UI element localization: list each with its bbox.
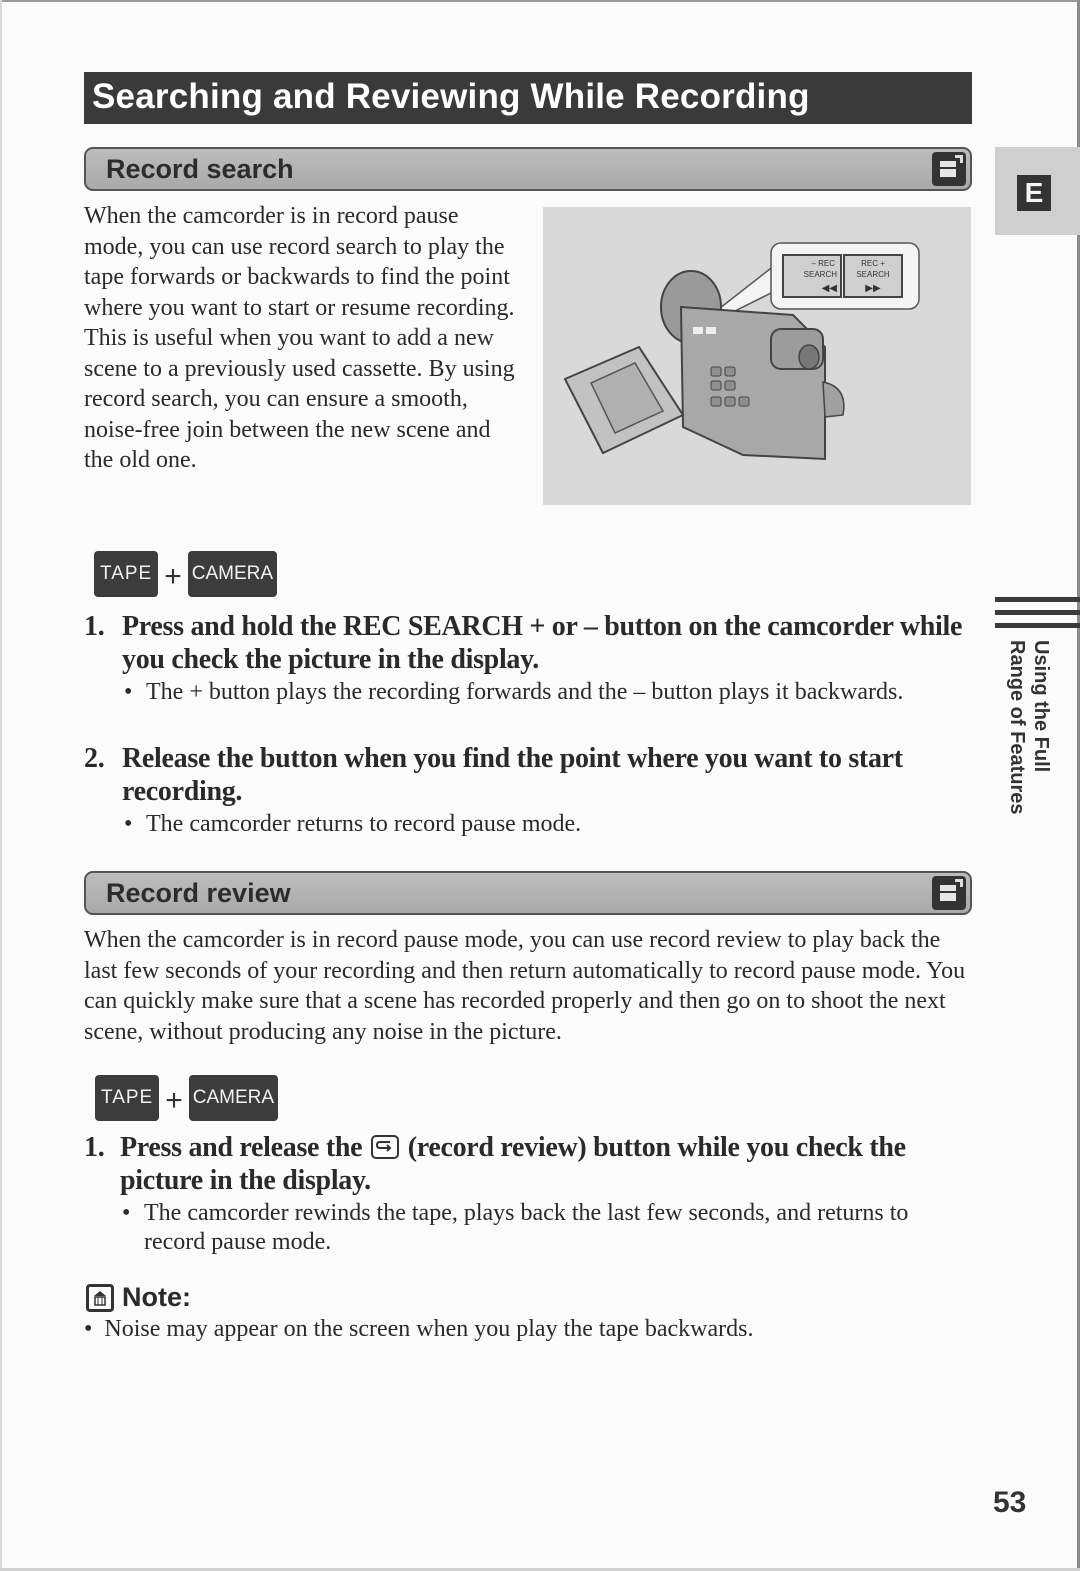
reference-book-icon: [932, 152, 966, 186]
step-bullet: • The + button plays the recording forwar…: [84, 678, 974, 707]
plus-sign: +: [165, 1084, 183, 1117]
step-instruction: 1. Press and hold the REC SEARCH + or – b…: [84, 610, 974, 676]
section-title: Record search: [106, 154, 294, 184]
note-bullet: • Noise may appear on the screen when yo…: [84, 1314, 754, 1344]
section-header-record-search: Record search: [84, 147, 972, 191]
section-title: Record review: [106, 878, 291, 908]
note-heading: Note:: [86, 1282, 191, 1313]
record-search-step-2: 2. Release the button when you find the p…: [84, 742, 974, 839]
language-tab: E: [995, 147, 1080, 235]
bullet-char: •: [122, 1200, 131, 1226]
bullet-char: •: [84, 1316, 93, 1342]
step-bullet: • The camcorder returns to record pause m…: [84, 810, 974, 839]
hand-strap: [822, 381, 845, 418]
plus-sign: +: [164, 560, 182, 593]
note-icon: [86, 1283, 114, 1312]
tape-mode-badge: TAPE: [94, 551, 159, 597]
camcorder-illustration: – REC SEARCH ◀◀ REC + SEARCH ▶▶: [543, 207, 971, 505]
section-header-record-review: Record review: [84, 871, 972, 915]
step-number: 1.: [84, 611, 105, 642]
bullet-char: •: [124, 811, 133, 837]
step-instruction: 2. Release the button when you find the p…: [84, 742, 974, 808]
camera-mode-badge: CAMERA: [188, 1075, 279, 1121]
plus-label-1: REC +: [861, 259, 885, 268]
indicator-light: [693, 327, 703, 334]
camera-mode-badge: CAMERA: [187, 551, 278, 597]
mode-indicator-record-search: TAPE + CAMERA: [94, 548, 278, 600]
record-search-step-1: 1. Press and hold the REC SEARCH + or – b…: [84, 610, 974, 707]
language-letter: E: [1017, 175, 1051, 211]
bullet-char: •: [124, 679, 133, 705]
fast-forward-icon: ▶▶: [865, 283, 881, 294]
note-text: Noise may appear on the screen when you …: [104, 1316, 754, 1342]
step-text: Release the button when you find the poi…: [122, 743, 903, 807]
minus-label-1: – REC: [811, 259, 835, 268]
record-review-step-1: 1. Press and release the (record review) …: [84, 1131, 974, 1257]
page-number: 53: [993, 1486, 1027, 1519]
section-tab-rules: [995, 597, 1080, 636]
step-number: 2.: [84, 743, 105, 774]
section-tab-label: Using the Full Range of Features: [1006, 640, 1052, 815]
record-review-intro: When the camcorder is in record pause mo…: [84, 927, 966, 1045]
tape-mode-badge: TAPE: [95, 1075, 160, 1121]
note-title: Note:: [122, 1282, 191, 1312]
step-text-before: Press and release the: [120, 1132, 363, 1163]
rewind-icon: ◀◀: [822, 283, 838, 294]
page-title: Searching and Reviewing While Recording: [84, 72, 972, 124]
viewfinder-eyepiece: [798, 344, 820, 370]
step-number: 1.: [84, 1132, 105, 1163]
page-edge-left: [0, 0, 2, 1571]
record-review-icon: [371, 1135, 399, 1159]
indicator-light: [706, 327, 716, 334]
plus-label-2: SEARCH: [856, 270, 890, 279]
mode-indicator-record-review: TAPE + CAMERA: [95, 1072, 279, 1124]
step-bullet: • The camcorder rewinds the tape, plays b…: [84, 1199, 974, 1257]
page-edge-top: [0, 0, 1080, 2]
bullet-text: The camcorder returns to record pause mo…: [146, 811, 582, 837]
step-text: Press and hold the REC SEARCH + or – but…: [122, 611, 963, 675]
step-instruction: 1. Press and release the (record review) …: [84, 1131, 974, 1197]
reference-book-icon: [932, 876, 966, 910]
bullet-text: The + button plays the recording forward…: [146, 679, 904, 705]
record-search-intro: When the camcorder is in record pause mo…: [84, 203, 515, 473]
bullet-text: The camcorder rewinds the tape, plays ba…: [144, 1200, 909, 1255]
minus-label-2: SEARCH: [804, 270, 838, 279]
camcorder-drawing: – REC SEARCH ◀◀ REC + SEARCH ▶▶: [563, 242, 920, 461]
